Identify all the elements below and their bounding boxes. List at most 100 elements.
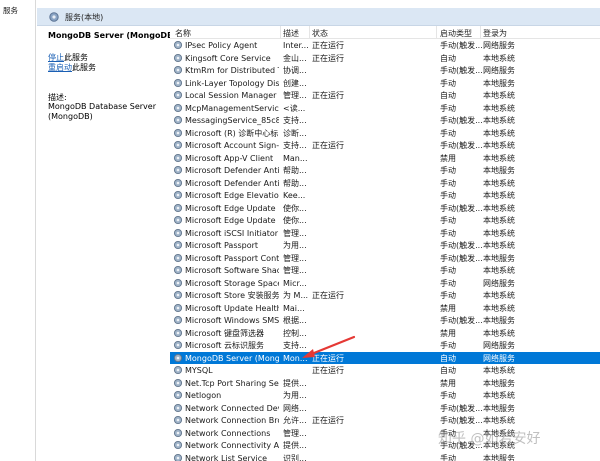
services-title: 服务(本地) xyxy=(65,13,104,22)
service-name-cell: Microsoft 云标识服务 xyxy=(185,341,264,350)
service-gear-icon xyxy=(173,40,183,50)
stop-service-link[interactable]: 停止 xyxy=(48,53,64,62)
service-row[interactable]: Microsoft Update Health... Mai... 禁用 本地系统 xyxy=(170,302,600,315)
service-gear-icon xyxy=(173,128,183,137)
service-description-cell: 网络... xyxy=(283,403,307,413)
service-row[interactable]: Microsoft (R) 诊断中心标... 诊断... 手动 本地系统 xyxy=(170,127,600,140)
service-logon-cell: 本地系统 xyxy=(483,291,515,300)
sort-ascending-icon: ^ xyxy=(224,26,230,30)
service-startup-type-cell: 禁用 xyxy=(440,303,456,313)
service-row[interactable]: Microsoft App-V Client Man... 禁用 本地系统 xyxy=(170,152,600,165)
service-name-cell: Network Connection Bro... xyxy=(185,416,279,425)
service-gear-icon xyxy=(173,53,183,62)
service-row[interactable]: McpManagementService <读... 手动 本地系统 xyxy=(170,102,600,115)
column-header-startup-type[interactable]: 启动类型 xyxy=(440,28,472,39)
service-row[interactable]: Microsoft Edge Update ... 使你... 手动 本地系统 xyxy=(170,214,600,227)
service-description-cell: <读... xyxy=(283,103,306,113)
service-row[interactable]: Microsoft Edge Elevation... Kee... 手动 本地系统 xyxy=(170,189,600,202)
column-header-status[interactable]: 状态 xyxy=(312,28,328,39)
column-divider[interactable] xyxy=(280,26,281,39)
service-logon-cell: 本地服务 xyxy=(483,378,515,388)
service-name-cell: Microsoft Passport Cont... xyxy=(185,253,279,263)
service-row[interactable]: MongoDB Server (Mong... Mon... 正在运行 自动 网络服务 xyxy=(170,351,600,364)
service-logon-cell: 本地服务 xyxy=(483,78,515,88)
service-row[interactable]: Network Connection Bro... 允许... 正在运行 手动(触发.… xyxy=(170,414,600,427)
service-startup-type-cell: 手动 xyxy=(440,266,456,275)
service-name-cell: Microsoft 键盘筛选器 xyxy=(185,328,264,338)
service-gear-icon xyxy=(173,103,183,112)
column-divider[interactable] xyxy=(309,26,310,39)
service-description-cell: 支持... xyxy=(283,341,307,350)
service-row[interactable]: Microsoft Defender Antiv... 帮助... 手动 本地系统 xyxy=(170,177,600,190)
service-row[interactable]: Microsoft 键盘筛选器 控制... 禁用 本地系统 xyxy=(170,327,600,340)
service-row[interactable]: Local Session Manager 管理... 正在运行 自动 本地系统 xyxy=(170,89,600,102)
service-name-cell: Microsoft Passport xyxy=(185,241,259,250)
service-row[interactable]: Microsoft Software Shad... 管理... 手动 本地系统 xyxy=(170,264,600,277)
service-row[interactable]: Link-Layer Topology Disc... 创建... 手动 本地服务 xyxy=(170,77,600,90)
tree-item-services[interactable]: 服务 xyxy=(3,5,18,16)
service-row[interactable]: Microsoft Defender Antiv... 帮助... 手动 本地服务 xyxy=(170,164,600,177)
service-name-cell: Network List Service xyxy=(185,453,268,461)
service-logon-cell: 本地系统 xyxy=(483,391,515,400)
service-gear-icon xyxy=(173,453,183,461)
service-row[interactable]: Microsoft 云标识服务 支持... 手动 网络服务 xyxy=(170,339,600,352)
service-description-cell: 使你... xyxy=(283,203,307,213)
service-row[interactable]: Network List Service 识别... 手动 本地服务 xyxy=(170,452,600,461)
service-row[interactable]: Microsoft Passport 为用... 手动(触发... 本地系统 xyxy=(170,239,600,252)
service-logon-cell: 本地服务 xyxy=(483,453,515,461)
service-row[interactable]: Microsoft Edge Update ... 使你... 手动(触发... 本地… xyxy=(170,202,600,215)
service-description-cell: 管理... xyxy=(283,253,307,263)
service-row[interactable]: MessagingService_85c8d 支持... 手动(触发... 本地系统 xyxy=(170,114,600,127)
service-row[interactable]: IPsec Policy Agent Inter... 正在运行 手动(触发... 网络… xyxy=(170,39,600,52)
service-row[interactable]: Microsoft Store 安装服务为 M... 正在运行 手动 本地系统 xyxy=(170,289,600,302)
service-row[interactable]: Microsoft Account Sign-i... 支持... 正在运行 手动(触… xyxy=(170,139,600,152)
service-startup-type-cell: 手动 xyxy=(440,178,456,188)
service-row[interactable]: KtmRm for Distributed Tr... 协调... 手动(触发...… xyxy=(170,64,600,77)
column-header-logon-as[interactable]: 登录为 xyxy=(483,28,507,39)
column-header-name[interactable]: 名称 xyxy=(175,28,191,39)
column-divider[interactable] xyxy=(436,26,437,39)
service-row[interactable]: Kingsoft Core Service 金山... 正在运行 自动 本地系统 xyxy=(170,52,600,65)
column-header-description[interactable]: 描述 xyxy=(283,28,299,39)
service-name-cell: Network Connections xyxy=(185,428,271,438)
service-gear-icon xyxy=(173,403,183,412)
service-name-cell: Network Connected Devi... xyxy=(185,403,279,413)
services-list[interactable]: ^ 名称 描述 状态 启动类型 登录为 IPsec Policy Agent In… xyxy=(170,26,600,461)
service-description-cell: 帮助... xyxy=(283,178,307,188)
service-startup-type-cell: 手动 xyxy=(440,291,456,300)
service-description-cell: 管理... xyxy=(283,228,307,238)
service-name-cell: Microsoft Store 安装服务 xyxy=(185,291,279,300)
column-divider[interactable] xyxy=(480,26,481,39)
service-name-cell: Local Session Manager xyxy=(185,91,277,100)
service-row[interactable]: Microsoft Windows SMS ... 根据... 手动(触发... 本地… xyxy=(170,314,600,327)
services-title-bar: 服务(本地) xyxy=(37,8,600,26)
service-row[interactable]: Network Connected Devi... 网络... 手动(触发...本地… xyxy=(170,402,600,415)
service-logon-cell: 本地系统 xyxy=(483,116,515,125)
service-startup-type-cell: 手动(触发... xyxy=(440,241,482,250)
service-row[interactable]: Netlogon 为用... 手动 本地系统 xyxy=(170,389,600,402)
service-logon-cell: 本地系统 xyxy=(483,191,515,200)
service-name-cell: Microsoft Defender Antiv... xyxy=(185,178,279,188)
service-row[interactable]: Net.Tcp Port Sharing Ser... 提供... 禁用 本地服务 xyxy=(170,377,600,390)
service-row[interactable]: Microsoft Passport Cont... 管理... 手动(触发... 本… xyxy=(170,252,600,265)
service-gear-icon xyxy=(173,390,183,400)
service-name-cell: Kingsoft Core Service xyxy=(185,53,271,63)
service-row[interactable]: Microsoft Storage Space... Micr... 手动 网络服务 xyxy=(170,277,600,290)
service-name-cell: IPsec Policy Agent xyxy=(185,41,258,50)
service-row[interactable]: MYSQL 正在运行 自动 本地系统 xyxy=(170,364,600,377)
service-logon-cell: 网络服务 xyxy=(483,341,515,350)
restart-service-link[interactable]: 重启动 xyxy=(48,63,72,72)
service-name-cell: Microsoft Edge Elevation... xyxy=(185,191,279,200)
service-description-cell: 协调... xyxy=(283,66,307,75)
service-logon-cell: 本地系统 xyxy=(483,216,515,225)
service-startup-type-cell: 自动 xyxy=(440,91,456,100)
service-name-cell: Net.Tcp Port Sharing Ser... xyxy=(185,378,279,388)
service-startup-type-cell: 手动(触发... xyxy=(440,41,482,50)
selected-service-name: MongoDB Server (MongoDB) xyxy=(48,31,177,40)
service-startup-type-cell: 手动 xyxy=(440,103,456,113)
service-description-cell: 使你... xyxy=(283,216,307,225)
service-row[interactable]: Microsoft iSCSI Initiator ... 管理... 手动 本地系统 xyxy=(170,227,600,240)
service-startup-type-cell: 自动 xyxy=(440,353,456,363)
service-description-cell: 创建... xyxy=(283,78,307,88)
service-description-cell: 为 M... xyxy=(283,291,309,300)
